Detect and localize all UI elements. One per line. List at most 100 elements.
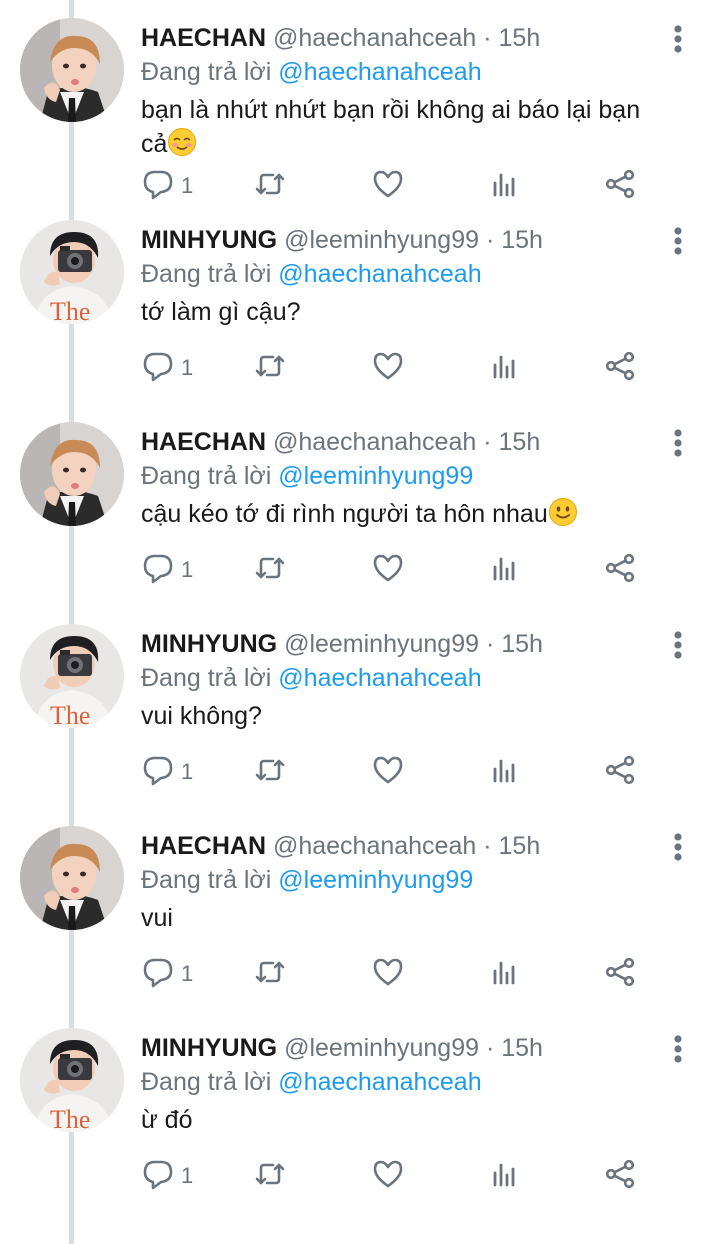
replying-to-line: Đang trả lời @haechanahceah [141,55,661,89]
share-button[interactable] [603,166,637,206]
share-icon [603,955,637,994]
avatar[interactable]: The [20,1028,124,1132]
retweet-button[interactable] [253,954,287,994]
avatar[interactable] [20,826,124,930]
tweet-actions: 1 [141,166,641,206]
analytics-button[interactable] [487,348,521,388]
reply-count: 1 [181,1163,194,1188]
share-button[interactable] [603,550,637,590]
more-options-icon[interactable] [664,428,692,458]
share-button[interactable] [603,1156,637,1196]
username-handle[interactable]: @leeminhyung99 [284,1034,479,1062]
replying-to-handle[interactable]: @haechanahceah [278,260,481,288]
tweet-actions: 1 [141,348,641,388]
like-button[interactable] [371,954,405,994]
tweet-text-content: bạn là nhứt nhứt bạn rồi không ai báo lạ… [141,96,641,158]
more-options-icon[interactable] [664,630,692,660]
like-button[interactable] [371,1156,405,1196]
replying-to-handle[interactable]: @haechanahceah [278,1068,481,1096]
reply-button[interactable]: 1 [141,166,193,206]
display-name[interactable]: MINHYUNG [141,630,277,658]
display-name[interactable]: HAECHAN [141,428,266,456]
username-handle[interactable]: @haechanahceah [273,832,476,860]
like-icon [371,551,405,590]
display-name[interactable]: MINHYUNG [141,1034,277,1062]
analytics-button[interactable] [487,954,521,994]
retweet-button[interactable] [253,752,287,792]
tweet[interactable]: The MINHYUNG @leeminhyung99 · 15h Đang tr… [0,1010,720,1212]
share-button[interactable] [603,752,637,792]
timestamp: · 15h [485,1034,543,1062]
reply-button[interactable]: 1 [141,752,193,792]
tweet-content: MINHYUNG @leeminhyung99 · 15h Đang trả lờ… [141,627,661,733]
display-name[interactable]: HAECHAN [141,832,266,860]
avatar[interactable] [20,422,124,526]
tweet-content: MINHYUNG @leeminhyung99 · 15h Đang trả lờ… [141,223,661,329]
reply-icon [141,1157,175,1196]
more-options-icon[interactable] [664,24,692,54]
replying-to-label: Đang trả lời [141,58,272,86]
replying-to-label: Đang trả lời [141,866,272,894]
username-handle[interactable]: @haechanahceah [273,428,476,456]
tweet-actions: 1 [141,1156,641,1196]
tweet-content: MINHYUNG @leeminhyung99 · 15h Đang trả lờ… [141,1031,661,1137]
reply-icon [141,955,175,994]
share-button[interactable] [603,348,637,388]
replying-to-label: Đang trả lời [141,462,272,490]
reply-button[interactable]: 1 [141,1156,193,1196]
retweet-button[interactable] [253,348,287,388]
reply-count: 1 [181,173,194,198]
retweet-button[interactable] [253,166,287,206]
avatar[interactable] [20,18,124,122]
timestamp: · 15h [485,226,543,254]
tweet[interactable]: HAECHAN @haechanahceah · 15h Đang trả lời… [0,0,720,202]
tweet-text: cậu kéo tớ đi rình người ta hôn nhau [141,497,661,531]
timestamp: · 15h [483,832,541,860]
tweet-actions: 1 [141,954,641,994]
retweet-button[interactable] [253,1156,287,1196]
retweet-button[interactable] [253,550,287,590]
replying-to-handle[interactable]: @leeminhyung99 [278,866,473,894]
analytics-button[interactable] [487,166,521,206]
replying-to-line: Đang trả lời @haechanahceah [141,1065,661,1099]
slightly-smiling-face-emoji [548,497,578,527]
tweet-header: HAECHAN @haechanahceah · 15h [141,21,661,55]
display-name[interactable]: MINHYUNG [141,226,277,254]
timestamp: · 15h [483,24,541,52]
username-handle[interactable]: @haechanahceah [273,24,476,52]
share-button[interactable] [603,954,637,994]
replying-to-handle[interactable]: @haechanahceah [278,664,481,692]
tweet-text: tớ làm gì cậu? [141,295,661,329]
analytics-button[interactable] [487,752,521,792]
display-name[interactable]: HAECHAN [141,24,266,52]
more-options-icon[interactable] [664,226,692,256]
username-handle[interactable]: @leeminhyung99 [284,630,479,658]
reply-count: 1 [181,557,194,582]
username-handle[interactable]: @leeminhyung99 [284,226,479,254]
replying-to-handle[interactable]: @haechanahceah [278,58,481,86]
replying-to-line: Đang trả lời @leeminhyung99 [141,459,661,493]
tweet[interactable]: The MINHYUNG @leeminhyung99 · 15h Đang tr… [0,202,720,404]
replying-to-handle[interactable]: @leeminhyung99 [278,462,473,490]
like-button[interactable] [371,166,405,206]
tweet-header: MINHYUNG @leeminhyung99 · 15h [141,1031,661,1065]
avatar[interactable]: The [20,624,124,728]
analytics-button[interactable] [487,550,521,590]
reply-count: 1 [181,759,194,784]
analytics-button[interactable] [487,1156,521,1196]
reply-icon [141,349,175,388]
reply-button[interactable]: 1 [141,954,193,994]
like-button[interactable] [371,752,405,792]
like-button[interactable] [371,550,405,590]
reply-button[interactable]: 1 [141,550,193,590]
tweet[interactable]: HAECHAN @haechanahceah · 15h Đang trả lời… [0,808,720,1010]
reply-icon [141,167,175,206]
retweet-icon [253,551,287,590]
more-options-icon[interactable] [664,832,692,862]
tweet[interactable]: The MINHYUNG @leeminhyung99 · 15h Đang tr… [0,606,720,808]
like-button[interactable] [371,348,405,388]
avatar[interactable]: The [20,220,124,324]
tweet[interactable]: HAECHAN @haechanahceah · 15h Đang trả lời… [0,404,720,606]
more-options-icon[interactable] [664,1034,692,1064]
reply-button[interactable]: 1 [141,348,193,388]
